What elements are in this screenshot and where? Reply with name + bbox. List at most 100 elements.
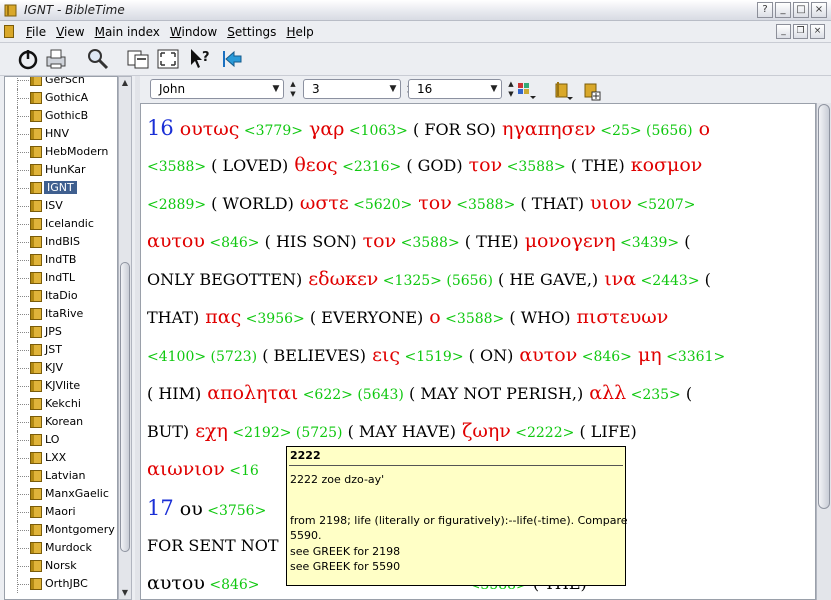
scroll-down-arrow-icon[interactable]: ▼ bbox=[119, 587, 131, 599]
module-item[interactable]: GerSch bbox=[5, 77, 117, 89]
menu-window[interactable]: Window bbox=[170, 25, 217, 39]
strongs-number[interactable]: <3439> bbox=[616, 235, 679, 251]
module-item[interactable]: Montgomery bbox=[5, 521, 117, 539]
power-icon[interactable] bbox=[16, 47, 40, 71]
strongs-number[interactable]: <235> bbox=[626, 387, 681, 403]
module-item[interactable]: Kekchi bbox=[5, 395, 117, 413]
strongs-number[interactable]: (5643) bbox=[353, 387, 404, 403]
strongs-number[interactable]: (5723) bbox=[206, 349, 258, 365]
greek-word[interactable]: υιον bbox=[584, 192, 632, 214]
back-arrow-icon[interactable] bbox=[220, 47, 244, 71]
strongs-number[interactable]: <2443> bbox=[636, 273, 699, 289]
greek-word[interactable]: κοσμον bbox=[625, 154, 703, 176]
greek-word[interactable]: ο bbox=[693, 118, 710, 140]
window-layout-icon[interactable] bbox=[126, 47, 150, 71]
strongs-number[interactable]: <4100> bbox=[147, 349, 206, 365]
module-item[interactable]: IndBIS bbox=[5, 233, 117, 251]
mdi-close-button[interactable]: × bbox=[810, 24, 825, 39]
greek-word[interactable]: εδωκεν bbox=[302, 268, 378, 290]
strongs-number[interactable]: <5620> bbox=[349, 197, 412, 213]
search-icon[interactable] bbox=[86, 47, 110, 71]
book-spinner[interactable]: ▲ ▼ bbox=[287, 79, 299, 99]
greek-word[interactable]: αυτου bbox=[147, 572, 205, 594]
strongs-number[interactable]: <3588> bbox=[502, 159, 566, 175]
strongs-number[interactable]: <622> bbox=[298, 387, 353, 403]
strongs-number[interactable]: <3588> bbox=[396, 235, 460, 251]
strongs-number[interactable]: <3361> bbox=[662, 349, 725, 365]
greek-word[interactable]: αυτον bbox=[513, 344, 577, 366]
strongs-number[interactable]: <3756> bbox=[203, 503, 266, 519]
greek-word[interactable]: γαρ bbox=[303, 118, 344, 140]
minimize-window-button[interactable]: _ bbox=[775, 2, 791, 18]
module-item[interactable]: IndTB bbox=[5, 251, 117, 269]
strongs-number[interactable]: <1519> bbox=[400, 349, 463, 365]
menu-main-index[interactable]: Main index bbox=[95, 25, 160, 39]
greek-word[interactable]: ινα bbox=[598, 268, 636, 290]
strongs-number[interactable]: <3588> bbox=[147, 159, 206, 175]
strongs-number[interactable]: <2192> bbox=[228, 425, 291, 441]
print-icon[interactable] bbox=[44, 47, 68, 71]
module-item[interactable]: Latvian bbox=[5, 467, 117, 485]
text-view-scroll-thumb[interactable] bbox=[818, 104, 830, 509]
strongs-number[interactable]: <846> bbox=[205, 235, 259, 251]
mdi-restore-button[interactable]: ❐ bbox=[793, 24, 808, 39]
strongs-number[interactable]: <846> bbox=[205, 577, 259, 593]
strongs-number[interactable]: <5207> bbox=[632, 197, 695, 213]
module-item[interactable]: ItaDio bbox=[5, 287, 117, 305]
greek-word[interactable]: εχη bbox=[189, 420, 228, 442]
strongs-number[interactable]: (5656) bbox=[442, 273, 493, 289]
module-item[interactable]: GothicB bbox=[5, 107, 117, 125]
add-module-icon[interactable] bbox=[582, 78, 604, 102]
strongs-number[interactable]: (5725) bbox=[291, 425, 343, 441]
greek-word[interactable]: ουτως bbox=[174, 118, 240, 140]
close-window-button[interactable]: × bbox=[811, 2, 827, 18]
maximize-window-button[interactable]: □ bbox=[793, 2, 809, 18]
greek-word[interactable]: αυτου bbox=[147, 230, 205, 252]
chapter-select[interactable]: 3 ▼ bbox=[303, 79, 401, 99]
module-item[interactable]: JST bbox=[5, 341, 117, 359]
module-item[interactable]: HunKar bbox=[5, 161, 117, 179]
strongs-number[interactable]: <1063> bbox=[344, 123, 408, 139]
greek-word[interactable]: θεος bbox=[288, 154, 337, 176]
module-item[interactable]: ItaRive bbox=[5, 305, 117, 323]
verse-select[interactable]: 16 ▼ bbox=[408, 79, 502, 99]
greek-word[interactable]: αλλ bbox=[583, 382, 626, 404]
module-item[interactable]: HNV bbox=[5, 125, 117, 143]
menu-view[interactable]: View bbox=[56, 25, 84, 39]
greek-word[interactable]: εις bbox=[366, 344, 400, 366]
greek-word[interactable]: τον bbox=[463, 154, 503, 176]
module-chooser-icon[interactable] bbox=[553, 78, 575, 102]
strongs-number[interactable]: <2889> bbox=[147, 197, 206, 213]
module-item[interactable]: LO bbox=[5, 431, 117, 449]
strongs-number[interactable]: <2222> bbox=[511, 425, 574, 441]
help-window-button[interactable]: ? bbox=[757, 2, 773, 18]
module-item[interactable]: GothicA bbox=[5, 89, 117, 107]
module-item[interactable]: Murdock bbox=[5, 539, 117, 557]
strongs-number[interactable]: <3956> bbox=[241, 311, 305, 327]
module-tree-scroll-thumb[interactable] bbox=[120, 262, 130, 552]
module-item[interactable]: IGNT bbox=[5, 179, 117, 197]
greek-word[interactable]: τον bbox=[357, 230, 397, 252]
strongs-number[interactable]: <1325> bbox=[378, 273, 442, 289]
book-select[interactable]: John ▼ bbox=[150, 79, 284, 99]
greek-word[interactable]: ηγαπησεν bbox=[496, 118, 596, 140]
greek-word[interactable]: αποληται bbox=[201, 382, 298, 404]
module-item[interactable]: Maori bbox=[5, 503, 117, 521]
module-item[interactable]: IndTL bbox=[5, 269, 117, 287]
module-item[interactable]: Korean bbox=[5, 413, 117, 431]
mdi-minimize-button[interactable]: _ bbox=[776, 24, 791, 39]
strongs-number[interactable]: <16 bbox=[225, 463, 259, 479]
module-item[interactable]: OrthJBC bbox=[5, 575, 117, 593]
greek-word[interactable]: αιωνιον bbox=[147, 458, 225, 480]
strongs-number[interactable]: <3588> bbox=[452, 197, 515, 213]
greek-word[interactable]: ζωην bbox=[456, 420, 511, 442]
strongs-number[interactable]: <2316> bbox=[338, 159, 401, 175]
strongs-number[interactable]: <3779> bbox=[239, 123, 303, 139]
greek-word[interactable]: ου bbox=[174, 498, 203, 520]
menu-settings[interactable]: Settings bbox=[227, 25, 276, 39]
greek-word[interactable]: ο bbox=[423, 306, 440, 328]
strongs-number[interactable]: <3588> bbox=[441, 311, 504, 327]
text-view-scrollbar[interactable] bbox=[816, 103, 831, 600]
scroll-up-arrow-icon[interactable]: ▲ bbox=[119, 77, 131, 89]
strongs-number[interactable]: <846> bbox=[577, 349, 632, 365]
